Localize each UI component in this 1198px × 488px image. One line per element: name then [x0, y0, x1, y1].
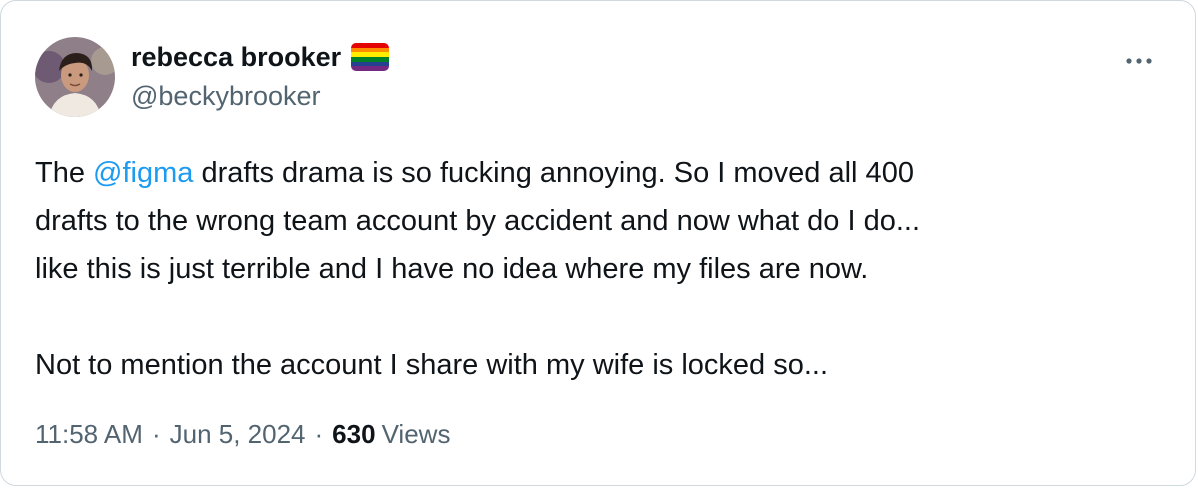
meta-separator: ·	[314, 419, 324, 449]
avatar[interactable]	[35, 37, 115, 117]
tweet-line: Not to mention the account I share with …	[35, 349, 829, 381]
tweet-line: The @figma drafts drama is so fucking an…	[35, 149, 1165, 197]
tweet-line: like this is just terrible and I have no…	[35, 253, 869, 285]
tweet-text-prefix: The	[35, 157, 94, 189]
author-handle[interactable]: @beckybrooker	[131, 81, 321, 112]
author-name-row[interactable]: rebecca brooker	[131, 39, 390, 75]
tweet-date[interactable]: Jun 5, 2024	[170, 419, 306, 450]
more-options-button[interactable]	[1121, 43, 1157, 79]
more-horizontal-icon	[1126, 58, 1152, 64]
view-count[interactable]: 630	[332, 419, 375, 450]
author-display-name[interactable]: rebecca brooker	[131, 42, 341, 73]
tweet-card[interactable]: rebecca brooker @beckybrooker The @figma…	[0, 0, 1196, 486]
views-label[interactable]: Views	[382, 419, 451, 450]
tweet-meta: 11:58 AM · Jun 5, 2024 · 630 Views	[35, 419, 450, 450]
tweet-line: drafts to the wrong team account by acci…	[35, 205, 921, 237]
tweet-time[interactable]: 11:58 AM	[35, 419, 143, 450]
mention-link[interactable]: @figma	[93, 157, 193, 189]
avatar-image	[35, 37, 115, 117]
rainbow-flag-icon	[351, 43, 390, 71]
tweet-text-suffix: drafts drama is so fucking annoying. So …	[193, 157, 914, 189]
meta-separator: ·	[151, 419, 161, 449]
tweet-body: The @figma drafts drama is so fucking an…	[35, 149, 1165, 389]
